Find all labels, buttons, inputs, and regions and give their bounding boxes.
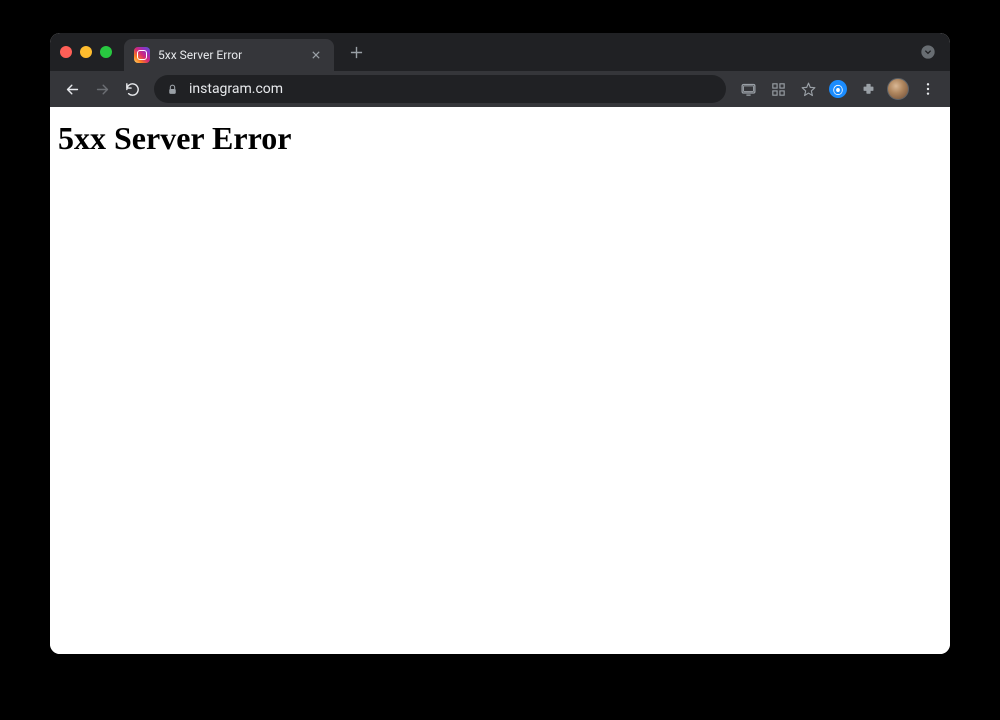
menu-button[interactable] bbox=[914, 75, 942, 103]
forward-button[interactable] bbox=[88, 75, 116, 103]
page-content: 5xx Server Error bbox=[50, 107, 950, 654]
puzzle-icon bbox=[860, 81, 877, 98]
onepassword-icon: ⦿ bbox=[829, 80, 847, 98]
cast-button[interactable] bbox=[734, 75, 762, 103]
window-maximize-button[interactable] bbox=[100, 46, 112, 58]
window-controls bbox=[60, 46, 112, 58]
tab-bar: 5xx Server Error bbox=[50, 33, 950, 71]
cast-icon bbox=[740, 81, 757, 98]
avatar-icon bbox=[887, 78, 909, 100]
toolbar-right-actions: ⦿ bbox=[734, 75, 942, 103]
arrow-left-icon bbox=[64, 81, 81, 98]
toolbar: instagram.com ⦿ bbox=[50, 71, 950, 107]
arrow-right-icon bbox=[94, 81, 111, 98]
address-bar[interactable]: instagram.com bbox=[154, 75, 726, 103]
grid-icon bbox=[770, 81, 787, 98]
browser-tab[interactable]: 5xx Server Error bbox=[124, 39, 334, 71]
dots-vertical-icon bbox=[920, 81, 936, 97]
close-icon bbox=[312, 51, 320, 59]
window-close-button[interactable] bbox=[60, 46, 72, 58]
star-icon bbox=[800, 81, 817, 98]
chevron-down-circle-icon bbox=[920, 44, 936, 60]
lock-icon bbox=[166, 83, 179, 96]
install-app-button[interactable] bbox=[764, 75, 792, 103]
extensions-button[interactable] bbox=[854, 75, 882, 103]
tab-title: 5xx Server Error bbox=[158, 48, 300, 62]
plus-icon bbox=[350, 46, 363, 59]
profile-button[interactable] bbox=[884, 75, 912, 103]
tab-close-button[interactable] bbox=[308, 47, 324, 63]
bookmark-button[interactable] bbox=[794, 75, 822, 103]
back-button[interactable] bbox=[58, 75, 86, 103]
tabs-dropdown-button[interactable] bbox=[916, 40, 940, 64]
reload-button[interactable] bbox=[118, 75, 146, 103]
instagram-favicon bbox=[134, 47, 150, 63]
new-tab-button[interactable] bbox=[342, 38, 370, 66]
onepassword-extension[interactable]: ⦿ bbox=[824, 75, 852, 103]
browser-window: 5xx Server Error instagram.com bbox=[50, 33, 950, 654]
url-text: instagram.com bbox=[189, 81, 714, 97]
error-heading: 5xx Server Error bbox=[58, 120, 942, 157]
window-minimize-button[interactable] bbox=[80, 46, 92, 58]
reload-icon bbox=[124, 81, 141, 98]
